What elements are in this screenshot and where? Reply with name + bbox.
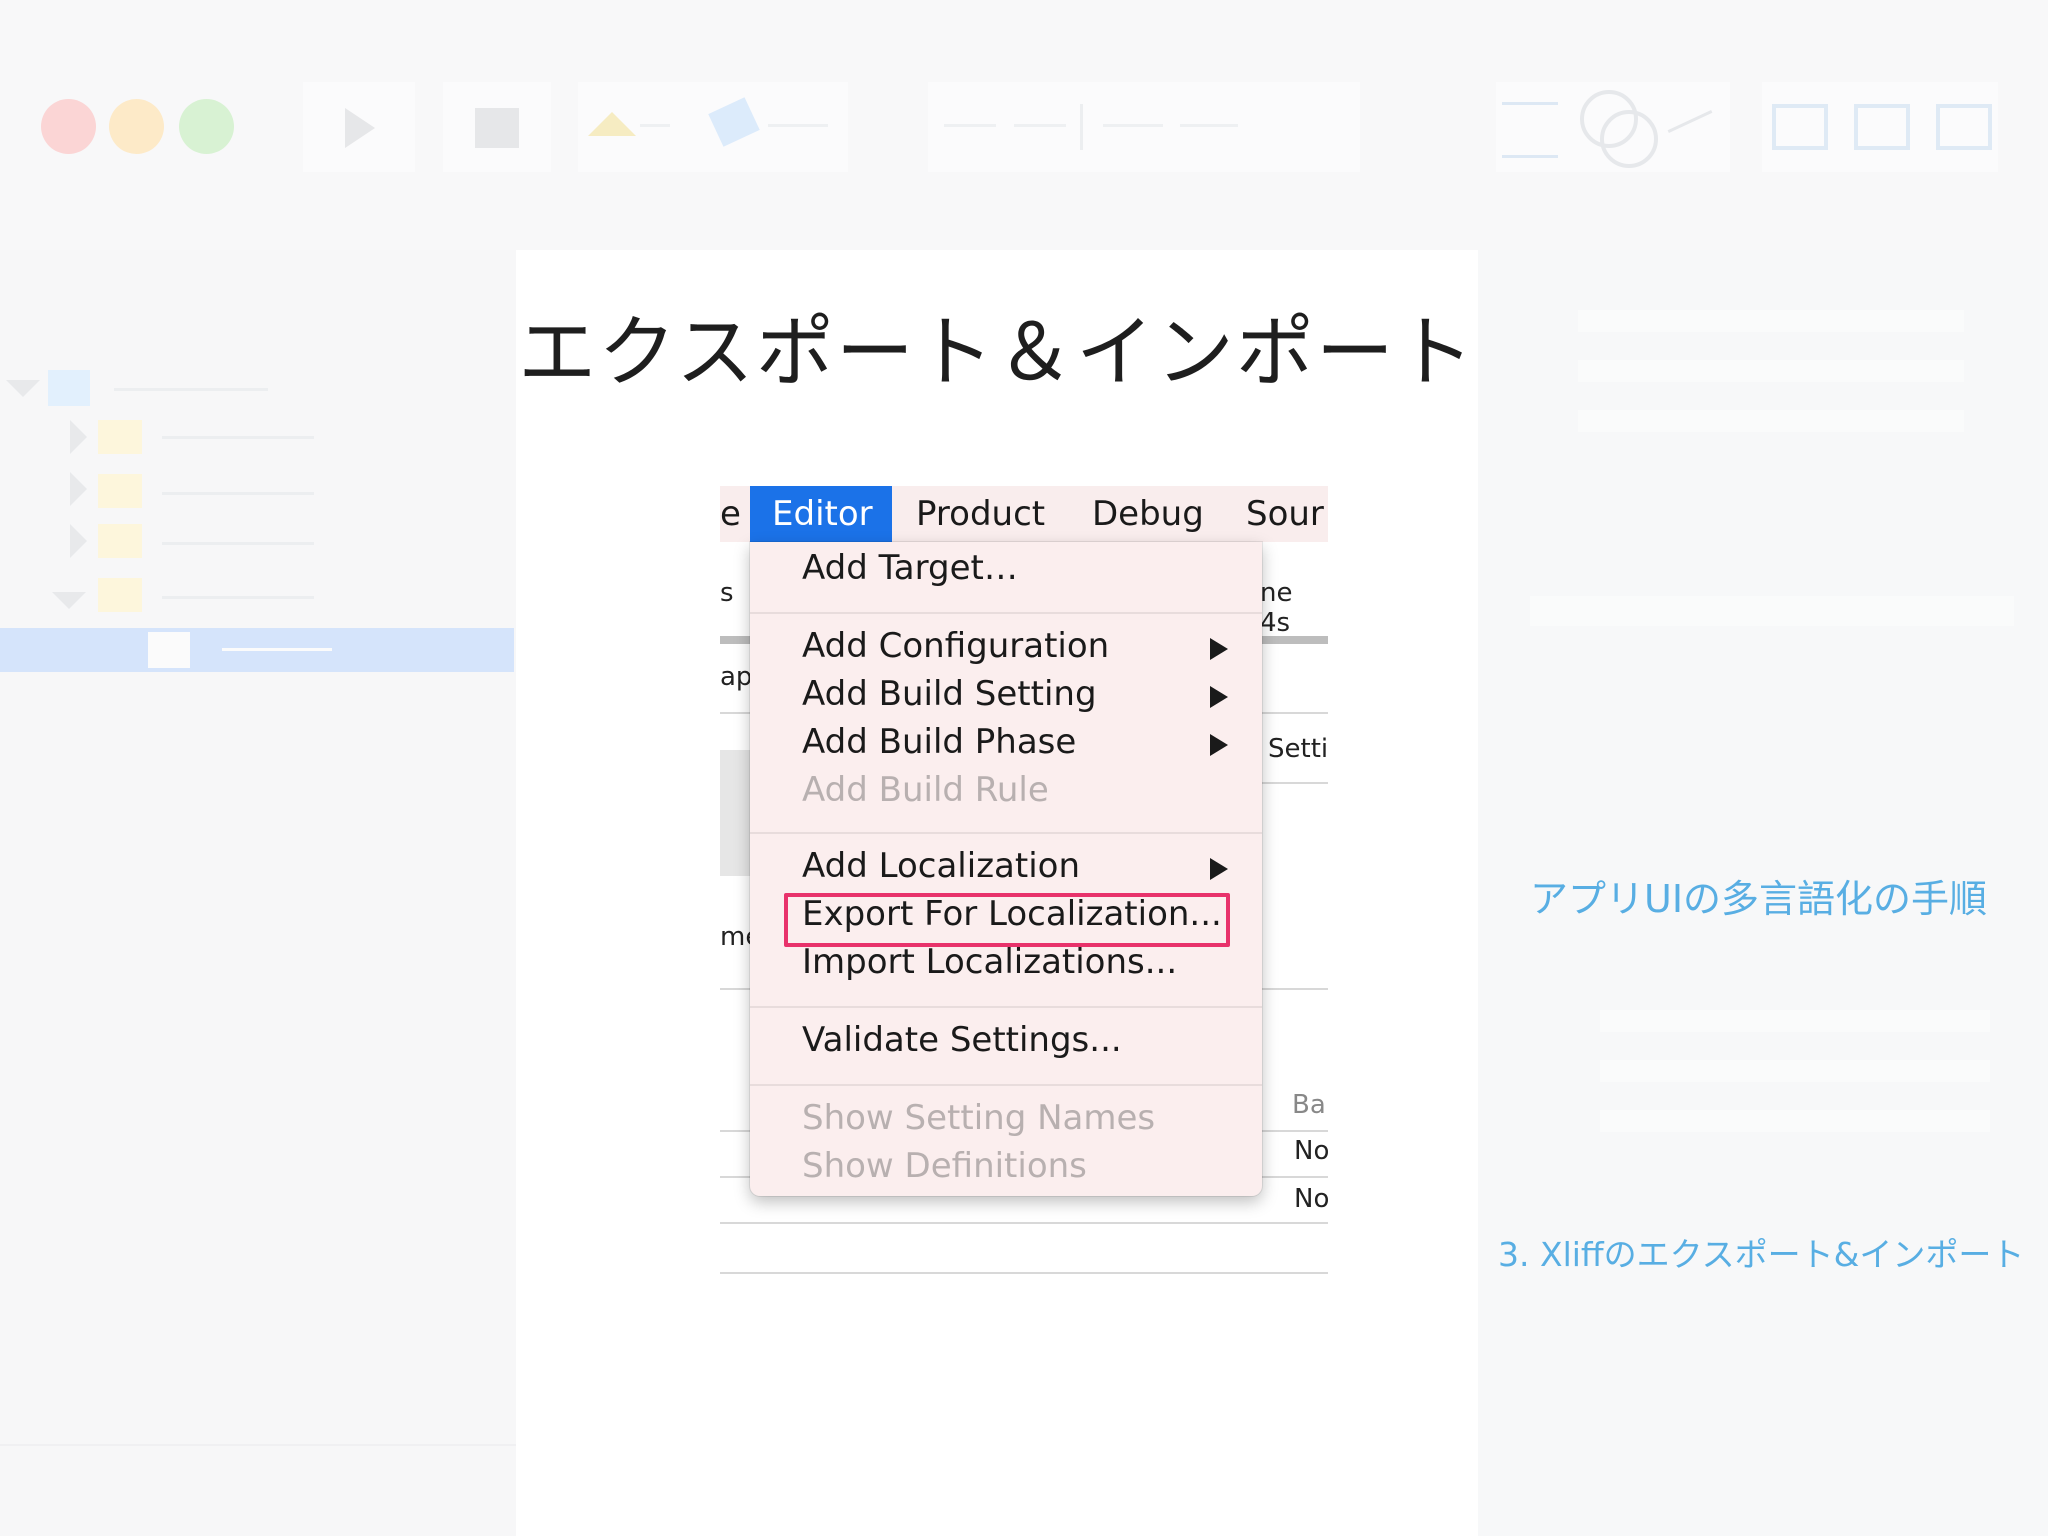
background-fragment: Ba [1292,1090,1326,1120]
inspector-placeholder-bar [1578,360,1964,382]
inspector-placeholder-bar [1600,1110,1990,1132]
swift-file-icon [148,632,190,668]
activity-placeholder [1180,124,1238,127]
menu-item-import-localizations[interactable]: Import Localizations... [802,942,1177,982]
folder-icon [98,420,142,454]
inspector-placeholder-bar [1600,1060,1990,1082]
folder-icon [98,474,142,508]
menu-separator [750,832,1262,834]
submenu-arrow-icon [1210,858,1228,880]
menu-bar-item-debug[interactable]: Debug [1092,494,1204,534]
scheme-selector[interactable] [578,82,848,172]
disclosure-right-icon[interactable] [70,420,87,454]
folder-name-placeholder [162,542,314,545]
menu-separator [750,612,1262,614]
step-link[interactable]: 3. Xliffのエクスポート&インポート [1498,1228,2024,1276]
background-fragment: No [1294,1184,1328,1214]
panel-toggle-controls[interactable] [1762,82,1998,172]
project-icon [48,370,90,406]
utilities-panel-icon[interactable] [1936,104,1992,150]
background-fragment: ne 4s [1260,578,1293,638]
menu-bar-item-editor[interactable]: Editor [750,486,892,542]
activity-placeholder [1014,124,1066,127]
highlight-annotation [784,893,1230,947]
slide-title: エクスポート＆インポート [518,308,1476,398]
background-fragment: Setti [1268,734,1328,764]
inspector-placeholder-bar [1578,310,1964,332]
background-divider [720,1272,1328,1274]
selected-file-row[interactable] [0,628,514,672]
menu-item-show-setting-names: Show Setting Names [802,1098,1156,1138]
disclosure-right-icon[interactable] [70,524,87,558]
menu-item-show-definitions: Show Definitions [802,1146,1087,1186]
menu-item-add-target[interactable]: Add Target… [802,548,1018,588]
disclosure-right-icon[interactable] [70,472,87,506]
editor-mode-controls[interactable] [1496,82,1730,172]
project-name-placeholder [114,388,268,391]
menu-item-add-build-phase[interactable]: Add Build Phase [802,722,1076,762]
navigator-filter-divider [0,1444,516,1446]
submenu-arrow-icon [1210,686,1228,708]
folder-icon [98,578,142,612]
folder-name-placeholder [162,596,314,599]
close-window-button[interactable] [41,99,96,154]
folder-icon [98,524,142,558]
section-link[interactable]: アプリUIの多言語化の手順 [1530,868,1987,923]
submenu-arrow-icon [1210,734,1228,756]
stop-button[interactable] [443,82,551,172]
folder-name-placeholder [162,436,314,439]
editor-menu: Add Target… Add Configuration Add Build … [750,542,1262,1196]
assistant-editor-icon-ring [1600,110,1658,168]
disclosure-down-icon[interactable] [52,592,86,609]
stop-icon [475,108,519,148]
inspector-placeholder-bar [1600,1010,1990,1032]
version-editor-icon[interactable] [1667,109,1713,134]
disclosure-down-icon[interactable] [6,380,40,397]
menu-bar: e Editor Product Debug Sour [720,486,1328,542]
menu-separator [750,1006,1262,1008]
menu-bar-item-product[interactable]: Product [916,494,1045,534]
background-sidebar-strip [720,750,750,876]
device-label-placeholder [768,124,828,127]
run-button[interactable] [303,82,415,172]
menu-item-validate-settings[interactable]: Validate Settings... [802,1020,1122,1060]
xcode-menu-screenshot: s ap me ne 4s Setti Ba No No e Editor Pr… [720,486,1328,1276]
scheme-icon [588,112,636,136]
menu-item-add-configuration[interactable]: Add Configuration [802,626,1109,666]
menu-item-add-build-setting[interactable]: Add Build Setting [802,674,1097,714]
menu-bar-item-label: Editor [772,494,873,534]
background-divider [720,1222,1328,1224]
activity-placeholder [944,124,996,127]
background-fragment: s [720,578,734,608]
menu-bar-item[interactable]: e [720,494,741,534]
inspector-placeholder-bar [1530,596,2014,626]
menu-item-add-build-rule: Add Build Rule [802,770,1049,810]
background-divider [1262,782,1328,784]
activity-placeholder [1103,124,1163,127]
scheme-label-placeholder [640,124,670,127]
zoom-window-button[interactable] [179,99,234,154]
standard-editor-icon[interactable] [1502,102,1558,158]
submenu-arrow-icon [1210,638,1228,660]
background-fragment: No [1294,1136,1328,1166]
minimize-window-button[interactable] [109,99,164,154]
menu-item-add-localization[interactable]: Add Localization [802,846,1080,886]
background-fragment: ap [720,662,753,692]
menu-bar-item-source[interactable]: Sour [1246,494,1324,534]
device-icon [708,97,760,147]
navigator-panel-icon[interactable] [1772,104,1828,150]
menu-separator [750,1084,1262,1086]
play-icon [345,108,375,148]
inspector-placeholder-bar [1578,410,1964,432]
activity-viewer [928,82,1360,172]
debug-panel-icon[interactable] [1854,104,1910,150]
file-name-placeholder [222,648,332,651]
folder-name-placeholder [162,492,314,495]
activity-divider [1080,104,1083,150]
